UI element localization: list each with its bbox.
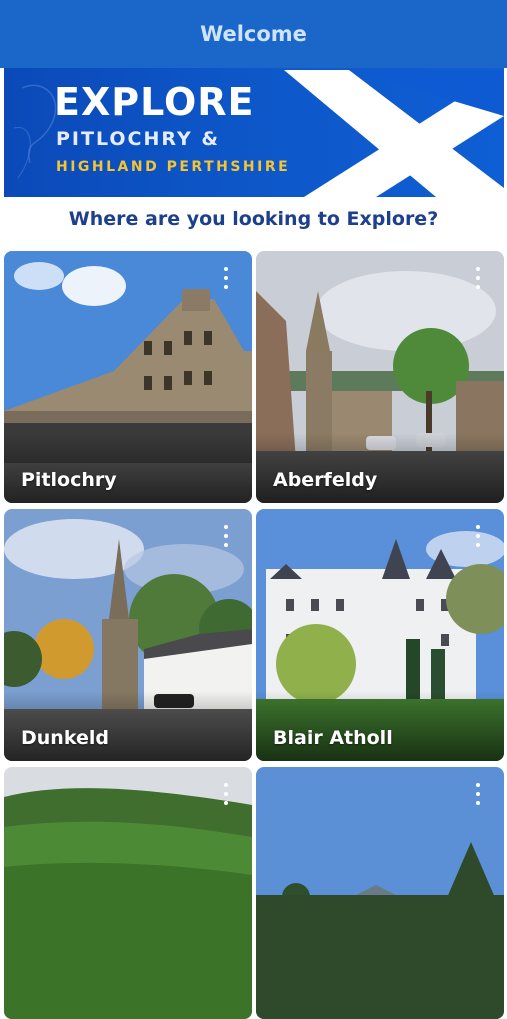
header-title: Welcome bbox=[200, 22, 307, 46]
explore-prompt: Where are you looking to Explore? bbox=[68, 208, 439, 230]
location-card-aberfeldy[interactable]: Aberfeldy bbox=[256, 251, 504, 503]
banner-subtitle-1: PITLOCHRY & bbox=[56, 128, 220, 150]
location-card-dunkeld[interactable]: Dunkeld bbox=[4, 509, 252, 761]
banner-subtitle-2: HIGHLAND PERTHSHIRE bbox=[56, 159, 291, 175]
card-label: Pitlochry bbox=[21, 469, 117, 491]
location-card-pitlochry[interactable]: Pitlochry bbox=[4, 251, 252, 503]
card-label: Dunkeld bbox=[21, 727, 109, 749]
more-vert-icon[interactable] bbox=[474, 783, 482, 805]
hills-photo bbox=[256, 767, 504, 1019]
location-card-6[interactable] bbox=[256, 767, 504, 1019]
card-gradient-overlay bbox=[4, 433, 252, 503]
forest-photo bbox=[4, 767, 252, 1019]
card-gradient-overlay bbox=[256, 433, 504, 503]
app-header: Welcome bbox=[0, 0, 507, 68]
more-vert-icon[interactable] bbox=[474, 267, 482, 289]
location-card-blair-atholl[interactable]: Blair Atholl bbox=[256, 509, 504, 761]
more-vert-icon[interactable] bbox=[222, 783, 230, 805]
explore-banner: EXPLORE PITLOCHRY & HIGHLAND PERTHSHIRE bbox=[4, 68, 504, 197]
more-vert-icon[interactable] bbox=[474, 525, 482, 547]
banner-title: EXPLORE bbox=[54, 80, 255, 124]
card-gradient-overlay bbox=[256, 691, 504, 761]
location-card-5[interactable] bbox=[4, 767, 252, 1019]
card-label: Aberfeldy bbox=[273, 469, 378, 491]
card-label: Blair Atholl bbox=[273, 727, 393, 749]
more-vert-icon[interactable] bbox=[222, 525, 230, 547]
card-gradient-overlay bbox=[4, 691, 252, 761]
more-vert-icon[interactable] bbox=[222, 267, 230, 289]
